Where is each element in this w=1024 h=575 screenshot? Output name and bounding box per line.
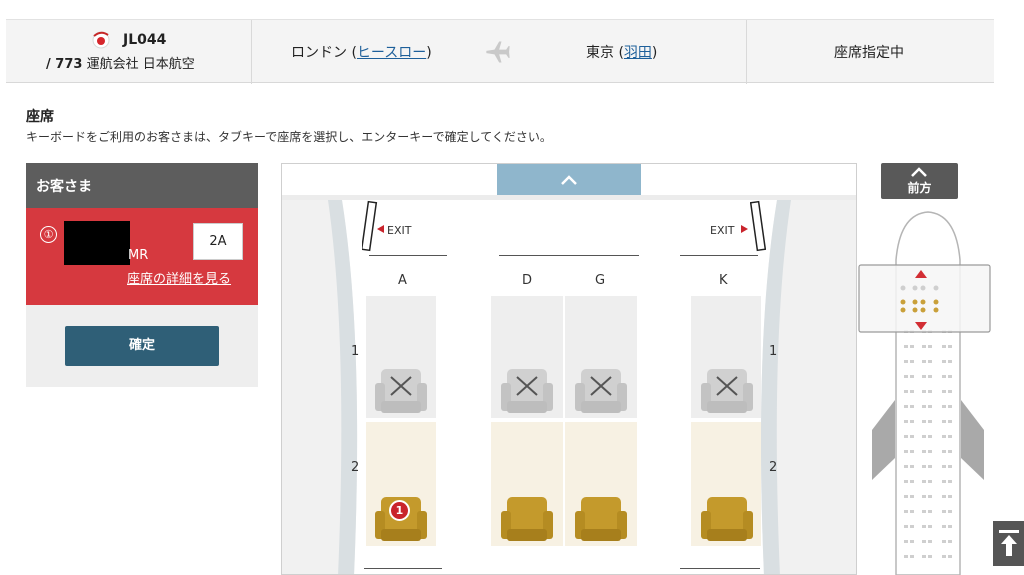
row-number-right: 1 [769, 344, 778, 359]
section-description: キーボードをご利用のお客さまは、タブキーで座席を選択し、エンターキーで確定してく… [26, 130, 552, 144]
section-title: 座席 [26, 109, 54, 125]
operated-by: 運航会社 日本航空 [86, 57, 195, 72]
exit-label-right: EXIT [710, 224, 735, 237]
passenger-row[interactable]: ① MR 2A 座席の詳細を見る [26, 208, 258, 305]
destination-airport-link[interactable]: 羽田 [624, 45, 652, 61]
seat-details-link[interactable]: 座席の詳細を見る [127, 268, 231, 287]
scroll-front-button[interactable]: 前方 [881, 163, 958, 199]
aircraft-mini-map[interactable] [858, 200, 998, 575]
origin-airport-link[interactable]: ヒースロー [357, 45, 426, 61]
selected-passenger-badge: 1 [389, 500, 410, 521]
flight-number: JL044 [123, 32, 167, 48]
passenger-seat-box[interactable]: 2A [193, 223, 243, 260]
confirm-button[interactable]: 確定 [65, 326, 219, 366]
seat-1d-unavailable [501, 369, 553, 413]
exit-arrow-left-icon [377, 225, 384, 233]
flight-info-bar: JL044 / 773 運航会社 日本航空 ロンドン (ヒースロー) 東京 (羽… [6, 19, 994, 84]
seat-1g-unavailable [575, 369, 627, 413]
chevron-up-icon [911, 167, 927, 177]
passenger-panel-header: お客さま [26, 163, 258, 208]
seat-1k-unavailable [701, 369, 753, 413]
seat-2g-available[interactable] [575, 495, 627, 543]
column-label-d: D [522, 273, 533, 288]
divider [369, 255, 447, 256]
exit-door-left [362, 200, 378, 252]
front-label: 前方 [907, 181, 932, 195]
exit-label-left: EXIT [387, 224, 412, 237]
arrow-to-top-icon [998, 530, 1019, 556]
passenger-number-badge: ① [40, 226, 57, 243]
booking-status: 座席指定中 [834, 45, 904, 61]
aircraft-type: / 773 [46, 57, 83, 72]
passenger-title: MR [128, 248, 149, 263]
seat-2d-available[interactable] [501, 495, 553, 543]
column-label-k: K [719, 273, 728, 288]
airplane-icon [486, 41, 510, 63]
destination-label: 東京 [586, 45, 614, 61]
jal-crane-logo [92, 31, 110, 49]
divider [680, 255, 758, 256]
divider [364, 568, 442, 569]
scroll-to-top-button[interactable] [993, 521, 1024, 566]
chevron-up-icon [561, 175, 577, 185]
scroll-up-button[interactable] [497, 164, 641, 195]
row-number-left: 1 [351, 344, 360, 359]
passenger-panel: お客さま ① MR 2A 座席の詳細を見る 確定 [26, 163, 258, 387]
origin-label: ロンドン [291, 45, 347, 61]
seat-1a-unavailable [375, 369, 427, 413]
row-number-left: 2 [351, 460, 360, 475]
column-label-a: A [398, 273, 407, 288]
flight-operator: / 773 運航会社 日本航空 [46, 53, 195, 72]
seat-2k-available[interactable] [701, 495, 753, 543]
seat-map: EXIT EXIT A D G K 1 1 2 2 1 [281, 163, 857, 575]
row-number-right: 2 [769, 460, 778, 475]
passenger-name-redacted [64, 221, 130, 265]
exit-door-right [750, 200, 766, 252]
divider [746, 20, 747, 84]
exit-arrow-right-icon [741, 225, 748, 233]
divider [251, 20, 252, 84]
divider [499, 255, 639, 256]
destination: 東京 (羽田) [586, 45, 658, 61]
origin: ロンドン (ヒースロー) [291, 45, 432, 61]
divider [680, 568, 760, 569]
column-label-g: G [595, 273, 606, 288]
